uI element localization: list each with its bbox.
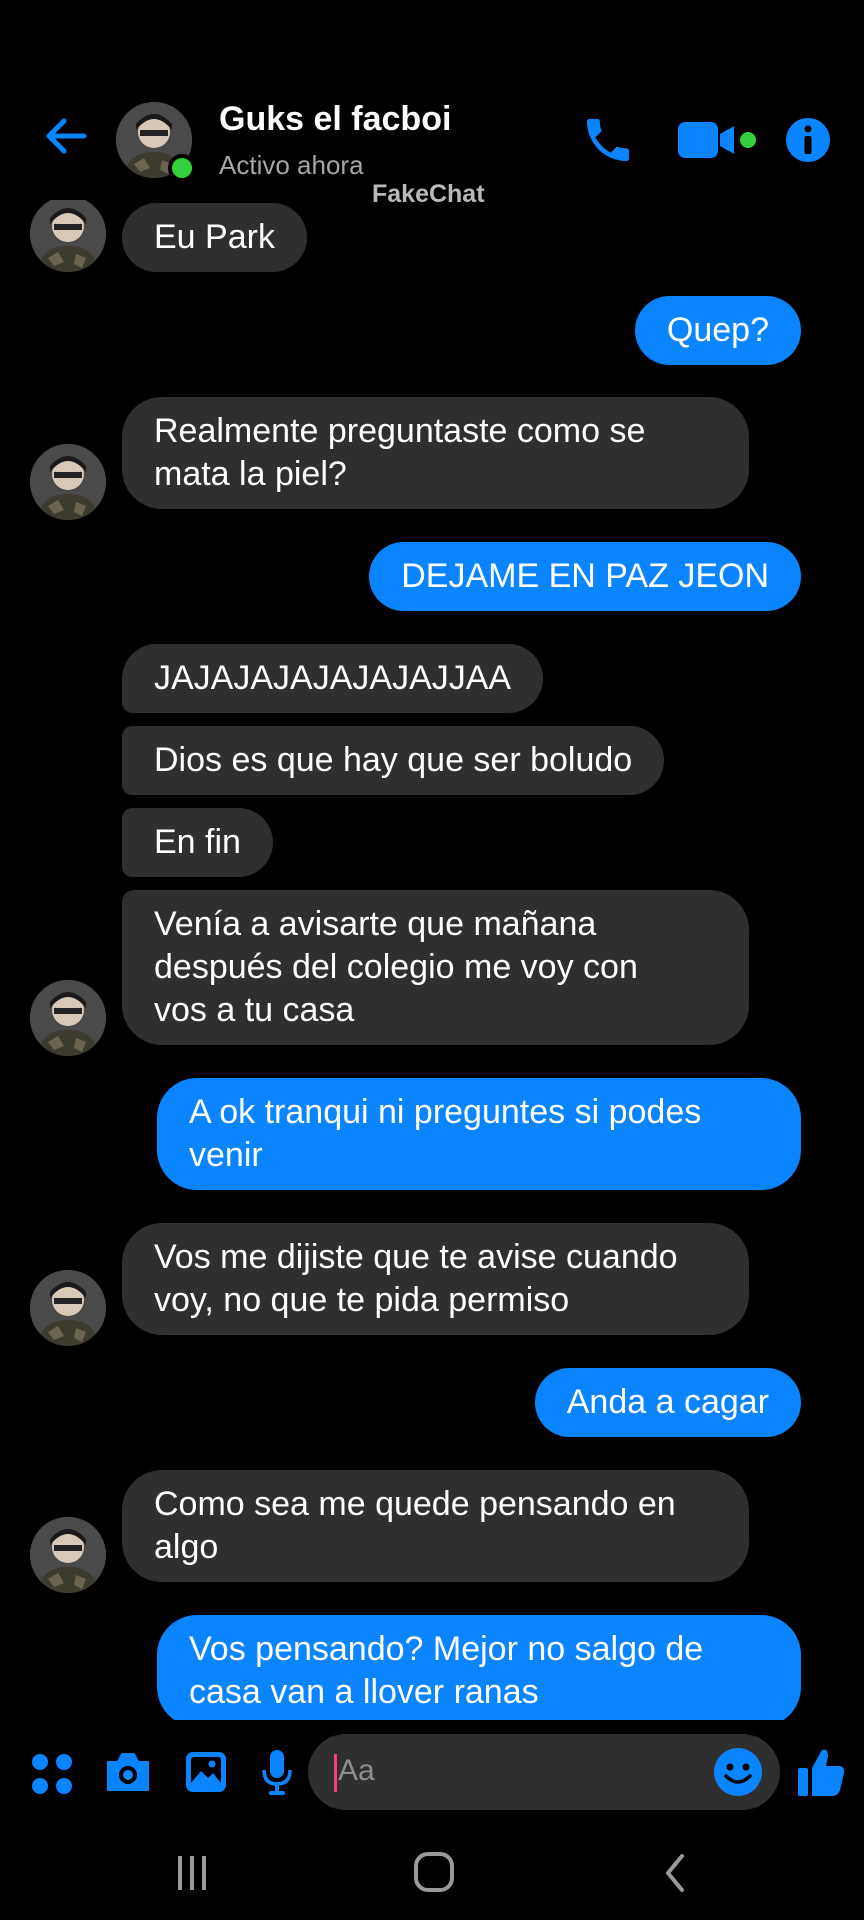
contact-avatar[interactable] xyxy=(30,980,106,1056)
message-text-line: Vos pensando? Mejor no salgo de xyxy=(189,1630,704,1668)
contact-avatar[interactable] xyxy=(30,1517,106,1593)
message-text: Eu Park xyxy=(154,218,275,256)
info-icon[interactable] xyxy=(784,116,832,164)
contact-avatar-header[interactable] xyxy=(116,102,196,182)
system-nav-bar xyxy=(0,1830,864,1920)
watermark: FakeChat xyxy=(372,180,485,208)
message-bubble[interactable]: Venía a avisarte que mañana después del … xyxy=(122,890,749,1045)
message-text-line: vos a tu casa xyxy=(154,991,355,1029)
message-input-placeholder: Aa xyxy=(338,1754,375,1787)
message-bubble[interactable]: JAJAJAJAJAJAJAJJAA xyxy=(122,644,544,713)
contact-avatar[interactable] xyxy=(30,1270,106,1346)
microphone-icon[interactable] xyxy=(260,1748,294,1796)
back-chevron-icon[interactable] xyxy=(646,1848,706,1898)
message-text-line: algo xyxy=(154,1528,219,1566)
gallery-icon[interactable] xyxy=(184,1750,228,1794)
chat-header: Guks el facboi Activo ahora FakeChat xyxy=(0,0,864,208)
message-composer: Aa xyxy=(0,1720,864,1830)
message-bubble[interactable]: A ok tranqui ni preguntes si podes venir xyxy=(157,1078,801,1190)
message-bubble[interactable]: En fin xyxy=(122,808,273,877)
camera-icon[interactable] xyxy=(104,1750,152,1794)
message-bubble[interactable]: Eu Park xyxy=(122,203,307,272)
message-text: Anda a cagar xyxy=(566,1383,769,1421)
message-bubble[interactable]: Dios es que hay que ser boludo xyxy=(122,726,665,795)
message-text-line: Realmente preguntaste como se xyxy=(154,412,646,450)
message-text-line: venir xyxy=(189,1136,263,1174)
message-bubble[interactable]: Anda a cagar xyxy=(534,1368,801,1437)
message-text-line: Venía a avisarte que mañana xyxy=(154,905,597,943)
message-bubble[interactable]: Vos pensando? Mejor no salgo de casa van… xyxy=(157,1615,801,1727)
home-icon[interactable] xyxy=(404,1848,464,1898)
message-text-line: mata la piel? xyxy=(154,455,347,493)
online-indicator xyxy=(168,154,196,182)
message-text: DEJAME EN PAZ JEON xyxy=(401,557,769,595)
message-text: Quep? xyxy=(666,311,769,349)
message-text-line: Como sea me quede pensando en xyxy=(154,1485,676,1523)
message-input[interactable]: Aa xyxy=(308,1734,780,1810)
contact-avatar[interactable] xyxy=(30,196,106,272)
message-text: En fin xyxy=(154,823,241,861)
apps-grid-icon[interactable] xyxy=(30,1752,74,1796)
contact-name[interactable]: Guks el facboi xyxy=(219,100,451,139)
message-text-line: Vos me dijiste que te avise cuando xyxy=(154,1238,678,1276)
contact-status: Activo ahora xyxy=(219,150,364,180)
message-text-line: voy, no que te pida permiso xyxy=(154,1281,570,1319)
phone-icon[interactable] xyxy=(580,112,636,168)
message-bubble[interactable]: Realmente preguntaste como se mata la pi… xyxy=(122,397,749,509)
message-text-line: A ok tranqui ni preguntes si podes xyxy=(189,1093,702,1131)
recent-apps-icon[interactable] xyxy=(162,1848,222,1898)
message-bubble[interactable]: Como sea me quede pensando en algo xyxy=(122,1470,749,1582)
message-bubble[interactable]: DEJAME EN PAZ JEON xyxy=(369,542,801,611)
contact-avatar[interactable] xyxy=(30,444,106,520)
text-cursor xyxy=(334,1754,337,1792)
message-bubble[interactable]: Vos me dijiste que te avise cuando voy, … xyxy=(122,1223,749,1335)
message-text: Dios es que hay que ser boludo xyxy=(154,741,633,779)
message-text-line: después del colegio me voy con xyxy=(154,948,638,986)
message-bubble[interactable]: Quep? xyxy=(634,296,801,365)
message-text-line: casa van a llover ranas xyxy=(189,1673,539,1711)
emoji-icon[interactable] xyxy=(712,1746,764,1798)
video-camera-icon[interactable] xyxy=(676,116,762,164)
thumbs-up-icon[interactable] xyxy=(796,1746,846,1798)
message-text: JAJAJAJAJAJAJAJJAA xyxy=(154,659,512,697)
back-arrow-icon[interactable] xyxy=(40,110,92,162)
